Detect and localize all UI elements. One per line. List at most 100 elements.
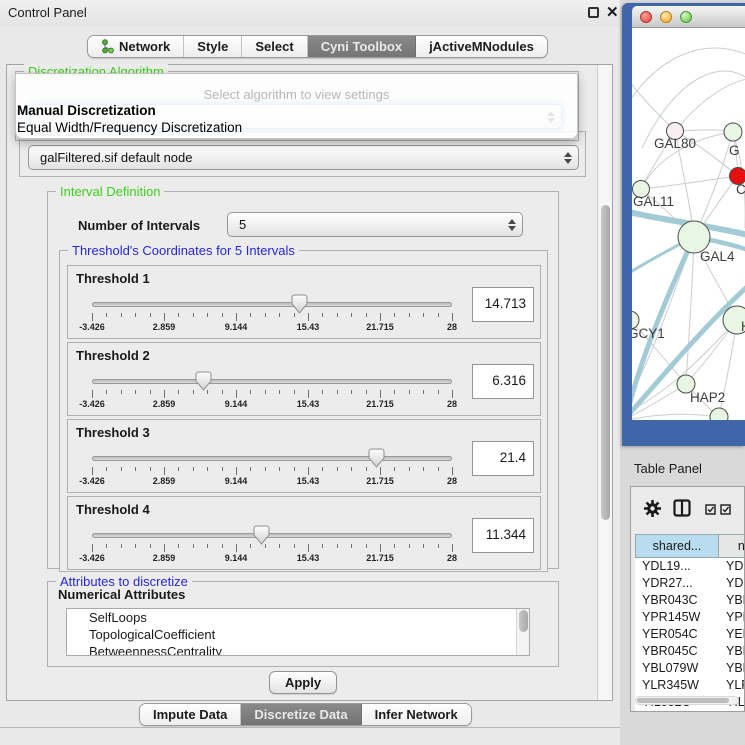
cell-shared-name: YPR145W	[635, 609, 719, 626]
cell-name: YBR0	[719, 592, 745, 609]
tab-label: Discretize Data	[254, 707, 347, 722]
control-panel-titlebar: Control Panel ✕	[0, 0, 620, 26]
close-icon[interactable]: ✕	[606, 3, 619, 21]
cell-shared-name: YBR045C	[635, 643, 719, 660]
tab-jactivemnodules[interactable]: jActiveMNodules	[416, 36, 547, 57]
attributes-scrollbar[interactable]	[516, 609, 529, 655]
table-row[interactable]: YDL19...YDL1	[635, 558, 745, 575]
cell-shared-name: YBR043C	[635, 592, 719, 609]
threshold-1-slider-track[interactable]	[92, 302, 452, 307]
tick-mark	[150, 467, 151, 471]
tick-label: 28	[447, 476, 457, 486]
threshold-2-slider-thumb[interactable]	[195, 371, 212, 391]
tick-mark	[337, 390, 338, 394]
threshold-3-value-field[interactable]: 21.4	[472, 441, 534, 476]
tick-mark	[294, 390, 295, 394]
tick-mark	[150, 390, 151, 394]
column-header-name[interactable]: name	[719, 534, 745, 558]
cell-shared-name: YER054C	[635, 626, 719, 643]
gear-icon[interactable]	[643, 499, 662, 521]
scrollbar-thumb[interactable]	[601, 205, 610, 520]
table-data-combo[interactable]: galFiltered.sif default node	[28, 145, 579, 170]
float-window-icon[interactable]	[588, 7, 599, 18]
checkbox-icon[interactable]	[720, 503, 731, 518]
tick-mark	[222, 390, 223, 394]
threshold-4-slider-thumb[interactable]	[253, 525, 270, 545]
threshold-3-slider-track[interactable]	[92, 456, 452, 461]
scrollbar-thumb[interactable]	[637, 698, 729, 703]
threshold-1-slider-thumb[interactable]	[291, 294, 308, 314]
apply-button[interactable]: Apply	[269, 671, 337, 694]
table-horizontal-scrollbar[interactable]	[635, 696, 739, 705]
threshold-4-value-field[interactable]: 11.344	[472, 518, 534, 553]
tick-label: 9.144	[225, 322, 248, 332]
show-columns-icon[interactable]	[673, 499, 691, 520]
control-panel-scrollbar[interactable]	[597, 65, 612, 700]
tab-discretize-data[interactable]: Discretize Data	[241, 704, 361, 725]
network-node[interactable]	[710, 408, 728, 420]
tick-mark	[236, 390, 237, 398]
tick-mark	[178, 467, 179, 471]
attribute-item-betweennesscentrality[interactable]: BetweennessCentrality	[67, 643, 529, 656]
algorithm-option-equal-width-frequency-discretization[interactable]: Equal Width/Frequency Discretization	[16, 119, 577, 136]
cell-name: YDL1	[719, 558, 745, 575]
thresholds-group: Threshold's Coordinates for 5 Intervals …	[59, 250, 548, 572]
top-tabbar: Network StyleSelectCyni ToolboxjActiveMNo…	[87, 35, 548, 58]
table-row[interactable]: YPR145WYPR1	[635, 609, 745, 626]
threshold-4-slider-track[interactable]	[92, 533, 452, 538]
table-row[interactable]: YLR345WYLR3	[635, 677, 745, 694]
close-traffic-light-icon[interactable]	[640, 11, 652, 23]
network-node-label: GAL11	[633, 194, 674, 209]
attribute-item-selfloops[interactable]: SelfLoops	[67, 609, 529, 626]
threshold-2-value-field[interactable]: 6.316	[472, 364, 534, 399]
tick-mark	[106, 390, 107, 394]
minimize-traffic-light-icon[interactable]	[660, 11, 672, 23]
column-header-shared[interactable]: shared...	[635, 534, 719, 558]
tick-label: 2.859	[153, 322, 176, 332]
scrollbar-thumb[interactable]	[519, 610, 528, 632]
control-panel: Control Panel ✕ Network StyleSelectCyni T…	[0, 0, 620, 745]
tab-impute-data[interactable]: Impute Data	[140, 704, 241, 725]
tick-mark	[337, 544, 338, 548]
tick-mark	[150, 313, 151, 317]
zoom-traffic-light-icon[interactable]	[680, 11, 692, 23]
tick-mark	[308, 544, 309, 552]
tick-label: 9.144	[225, 553, 248, 563]
algorithm-option-manual-discretization[interactable]: Manual Discretization	[16, 102, 577, 119]
number-of-intervals-combo[interactable]: 5	[227, 212, 523, 237]
tab-select[interactable]: Select	[242, 36, 307, 57]
threshold-3-slider-thumb[interactable]	[368, 448, 385, 468]
network-window-titlebar[interactable]	[632, 6, 745, 28]
tab-cyni-toolbox[interactable]: Cyni Toolbox	[308, 36, 416, 57]
network-node-g[interactable]	[724, 123, 742, 141]
tick-mark	[193, 544, 194, 548]
tab-infer-network[interactable]: Infer Network	[362, 704, 471, 725]
tick-mark	[193, 467, 194, 471]
tab-style[interactable]: Style	[184, 36, 242, 57]
network-node-label: H	[741, 319, 745, 334]
tab-label: Network	[119, 39, 170, 54]
tick-mark	[308, 313, 309, 321]
control-panel-content: Discretization Algorithm Select algorith…	[6, 64, 613, 701]
tick-mark	[236, 313, 237, 321]
attribute-item-topologicalcoefficient[interactable]: TopologicalCoefficient	[67, 626, 529, 643]
tick-mark	[322, 467, 323, 471]
table-row[interactable]: YBR045CYBR0	[635, 643, 745, 660]
table-row[interactable]: YBR043CYBR0	[635, 592, 745, 609]
table-row[interactable]: YER054CYER0	[635, 626, 745, 643]
tick-label: 28	[447, 553, 457, 563]
tick-mark	[222, 313, 223, 317]
tick-mark	[236, 467, 237, 475]
numerical-attributes-list[interactable]: SelfLoopsTopologicalCoefficientBetweenne…	[66, 608, 530, 656]
checkbox-icon[interactable]	[705, 503, 716, 518]
threshold-1-value-field[interactable]: 14.713	[472, 287, 534, 322]
table-header-row: shared...name	[635, 534, 745, 558]
table-row[interactable]: YBL079WYBL0	[635, 660, 745, 677]
tick-mark	[121, 313, 122, 317]
combo-spinner-icon	[502, 219, 522, 231]
tick-mark	[322, 390, 323, 394]
network-canvas[interactable]: GAL80GCGAL11GAL4GCY1HHAP2	[632, 28, 745, 420]
table-row[interactable]: YDR27...YDR2	[635, 575, 745, 592]
threshold-2-slider-track[interactable]	[92, 379, 452, 384]
tab-network[interactable]: Network	[88, 36, 184, 57]
